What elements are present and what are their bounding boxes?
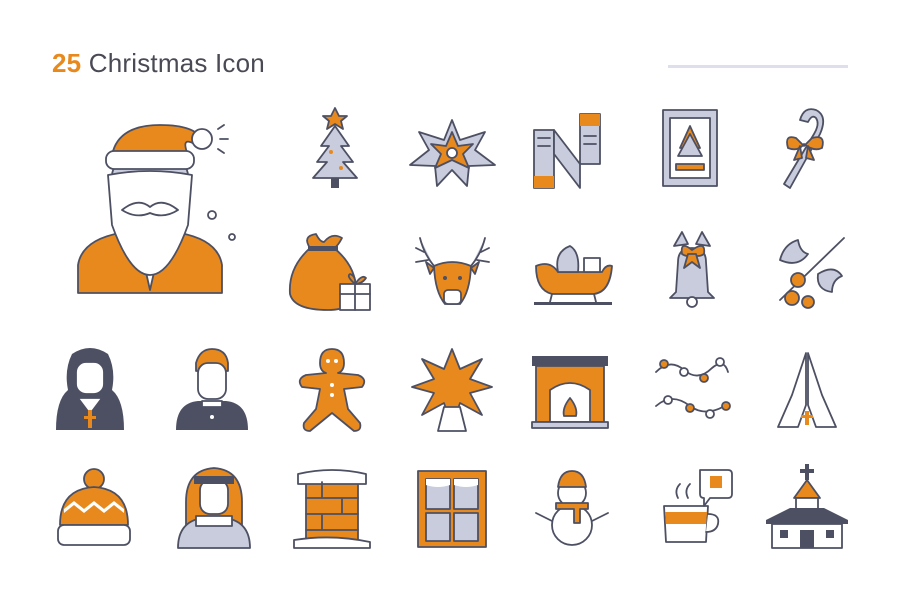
star-icon [411,348,493,432]
sleigh-icon [534,245,613,305]
hot-cocoa-icon [663,469,733,543]
chimney-icon [293,469,371,549]
praying-hands-icon [777,352,837,428]
gingerbread-man-icon [298,348,366,432]
girl-in-scarf-icon [177,467,251,549]
title-text: Christmas Icon [88,48,265,78]
snowy-window-icon [417,470,487,548]
snowman-icon [535,470,609,546]
reindeer-icon [415,237,490,305]
page-title: 25 Christmas Icon [52,48,265,79]
christmas-card-icon [662,109,718,187]
string-lights-icon [655,357,731,419]
christmas-tree-icon [312,107,358,188]
holly-icon [779,237,845,309]
scarf-icon [533,113,601,189]
decorative-divider [668,65,848,68]
priest-icon [176,348,248,430]
fireplace-icon [531,356,609,429]
winter-hat-icon [57,468,131,546]
church-icon [766,464,848,549]
poinsettia-icon [409,119,496,187]
nun-icon [56,348,124,430]
bell-icon [669,231,715,308]
gift-sack-icon [288,233,371,311]
santa-icon [77,124,236,294]
candy-cane-icon [783,108,825,189]
icon-count: 25 [52,48,82,78]
